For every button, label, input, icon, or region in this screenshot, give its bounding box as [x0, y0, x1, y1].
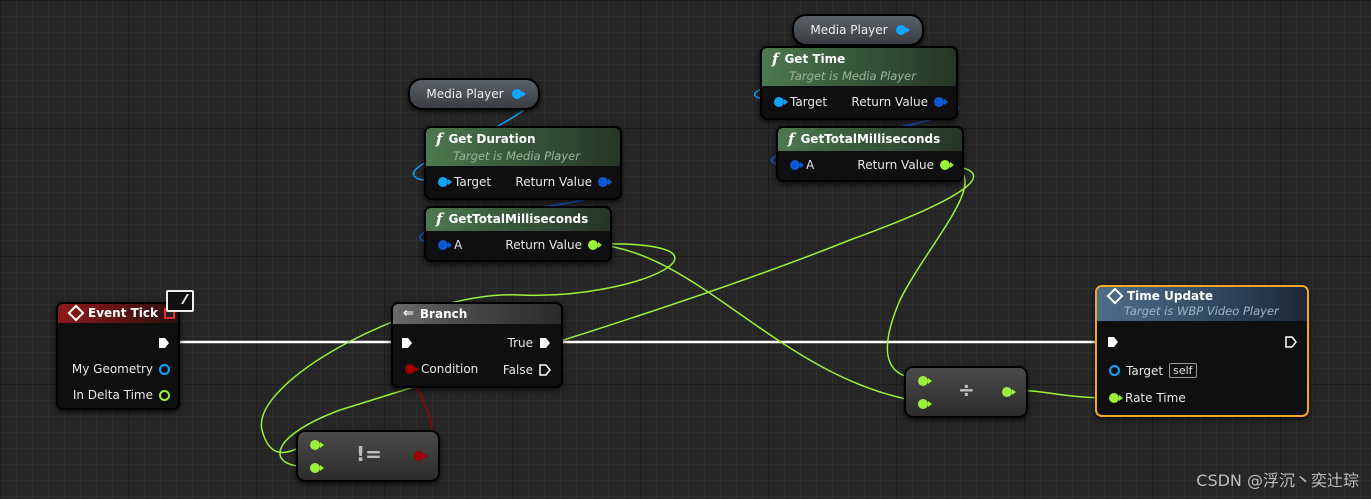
media-player-variable-2[interactable]: Media Player	[792, 14, 924, 46]
divide-input-b-pin[interactable]	[918, 399, 932, 409]
media-player-pin-2[interactable]	[895, 25, 910, 35]
function-icon: f	[436, 130, 443, 148]
function-icon: f	[436, 210, 443, 228]
divide-symbol: ÷	[958, 378, 975, 402]
event-diamond-icon	[1106, 287, 1124, 305]
in-delta-time-label: In Delta Time	[72, 388, 153, 402]
branch-icon: ⇐	[403, 306, 414, 321]
float-wire-duration-ms-to-divide	[591, 243, 923, 403]
get-duration-return-label: Return Value	[515, 175, 592, 189]
divide-input-a-pin[interactable]	[918, 376, 932, 386]
not-equal-symbol: !=	[356, 442, 382, 466]
time-update-node[interactable]: Time Update Target is WBP Video Player T…	[1095, 285, 1309, 417]
get-time-subtitle: Target is Media Player	[789, 69, 916, 83]
get-total-ms-a-label-1: A	[454, 238, 463, 252]
event-diamond-icon	[67, 304, 85, 322]
get-duration-target-pin[interactable]	[438, 177, 452, 187]
get-duration-return-pin[interactable]	[598, 177, 612, 187]
function-icon: f	[772, 50, 779, 68]
get-total-ms-return-pin-2[interactable]	[940, 160, 954, 170]
wire-layer	[170, 29, 1113, 468]
get-total-ms-header-1: f GetTotalMilliseconds	[426, 208, 610, 231]
event-tick-node[interactable]: Event Tick My Geometry In Delta Time	[56, 302, 180, 410]
get-time-node[interactable]: f Get Time Target is Media Player Target …	[760, 46, 958, 120]
media-player-pin-1[interactable]	[511, 89, 526, 99]
function-icon: f	[788, 130, 795, 148]
float-wire-time-ms-to-divide	[886, 164, 966, 380]
get-time-header: f Get Time Target is Media Player	[762, 48, 956, 86]
time-update-target-pin[interactable]	[1109, 365, 1120, 376]
branch-true-label: True	[507, 336, 534, 350]
get-duration-title: Get Duration	[448, 132, 536, 146]
get-total-ms-return-label-2: Return Value	[857, 158, 934, 172]
get-total-ms-a-pin-1[interactable]	[438, 240, 452, 250]
media-player-label-2: Media Player	[810, 23, 888, 37]
get-duration-node[interactable]: f Get Duration Target is Media Player Tar…	[424, 126, 622, 200]
not-equal-input-a-pin[interactable]	[310, 440, 324, 450]
time-update-header: Time Update Target is WBP Video Player	[1097, 287, 1307, 321]
my-geometry-label: My Geometry	[71, 362, 153, 376]
time-update-exec-out-pin[interactable]	[1285, 336, 1297, 348]
time-update-title: Time Update	[1127, 289, 1214, 303]
get-total-ms-header-2: f GetTotalMilliseconds	[778, 128, 962, 151]
media-player-variable-1[interactable]: Media Player	[408, 78, 540, 110]
watermark: CSDN @浮沉丶奕辻琮	[1196, 471, 1359, 490]
not-equal-input-b-pin[interactable]	[310, 463, 324, 473]
float-wire-time-ms-to-notequal	[279, 164, 975, 468]
get-time-return-pin[interactable]	[934, 97, 948, 107]
branch-exec-in-pin[interactable]	[401, 337, 413, 349]
event-tick-title: Event Tick	[88, 306, 159, 320]
my-geometry-pin[interactable]	[159, 363, 170, 375]
time-update-subtitle: Target is WBP Video Player	[1124, 304, 1279, 318]
not-equal-node[interactable]: !=	[296, 430, 440, 482]
get-total-ms-title-1: GetTotalMilliseconds	[448, 212, 589, 226]
get-total-ms-a-label-2: A	[806, 158, 815, 172]
get-total-ms-return-pin-1[interactable]	[588, 240, 602, 250]
get-time-target-pin[interactable]	[774, 97, 788, 107]
branch-condition-label: Condition	[421, 362, 479, 376]
get-duration-header: f Get Duration Target is Media Player	[426, 128, 620, 166]
time-update-exec-in-pin[interactable]	[1107, 336, 1119, 348]
branch-condition-pin[interactable]	[405, 364, 419, 374]
get-time-return-label: Return Value	[851, 95, 928, 109]
monitor-icon	[166, 290, 194, 312]
not-equal-output-pin[interactable]	[414, 451, 428, 461]
get-total-ms-a-pin-2[interactable]	[790, 160, 804, 170]
branch-false-pin[interactable]	[539, 364, 551, 376]
branch-node[interactable]: ⇐ Branch True Condition False	[391, 302, 563, 388]
branch-false-label: False	[502, 363, 533, 377]
get-duration-subtitle: Target is Media Player	[453, 149, 580, 163]
get-time-title: Get Time	[784, 52, 846, 66]
self-value-box[interactable]: self	[1169, 363, 1197, 378]
get-total-ms-title-2: GetTotalMilliseconds	[800, 132, 941, 146]
branch-title: Branch	[419, 306, 468, 321]
time-update-target-label: Target	[1126, 363, 1164, 378]
exec-out-pin[interactable]	[158, 337, 170, 349]
branch-header: ⇐ Branch	[393, 304, 561, 324]
get-total-ms-node-2[interactable]: f GetTotalMilliseconds A Return Value	[776, 126, 964, 182]
media-player-label-1: Media Player	[426, 87, 504, 101]
in-delta-time-pin[interactable]	[159, 389, 170, 401]
divide-output-pin[interactable]	[1002, 387, 1016, 397]
event-tick-header: Event Tick	[58, 304, 178, 323]
branch-true-pin[interactable]	[539, 337, 551, 349]
time-update-rate-label: Rate Time	[1125, 391, 1186, 405]
get-duration-target-label: Target	[454, 175, 492, 189]
time-update-rate-pin[interactable]	[1109, 393, 1123, 403]
get-total-ms-return-label-1: Return Value	[505, 238, 582, 252]
get-time-target-label: Target	[790, 95, 828, 109]
get-total-ms-node-1[interactable]: f GetTotalMilliseconds A Return Value	[424, 206, 612, 262]
divide-node[interactable]: ÷	[904, 366, 1028, 418]
